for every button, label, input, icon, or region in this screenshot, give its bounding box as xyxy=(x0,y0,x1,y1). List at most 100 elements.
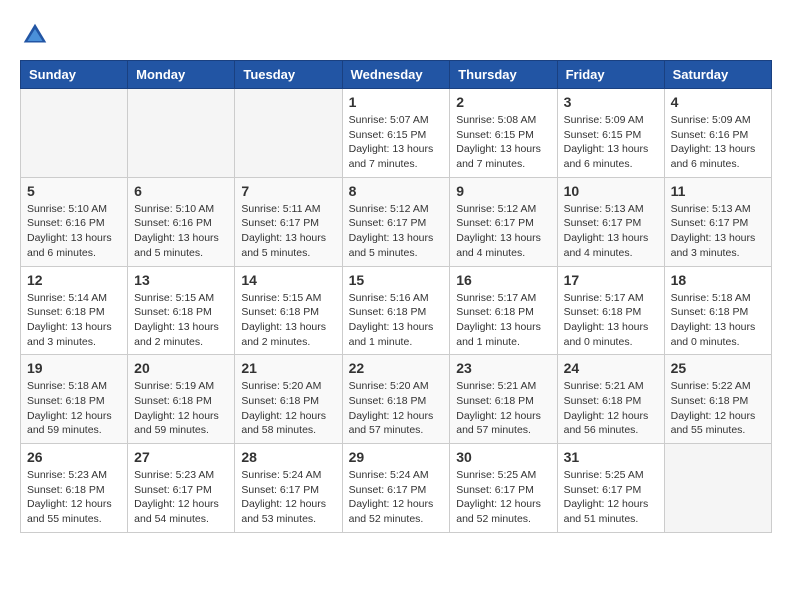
day-number: 24 xyxy=(564,360,658,376)
day-number: 19 xyxy=(27,360,121,376)
day-info: Sunrise: 5:19 AM Sunset: 6:18 PM Dayligh… xyxy=(134,379,228,438)
weekday-header-saturday: Saturday xyxy=(664,61,771,89)
calendar-cell: 28 Sunrise: 5:24 AM Sunset: 6:17 PM Dayli… xyxy=(235,444,342,533)
calendar-week-4: 19 Sunrise: 5:18 AM Sunset: 6:18 PM Dayli… xyxy=(21,355,772,444)
weekday-header-sunday: Sunday xyxy=(21,61,128,89)
weekday-header-thursday: Thursday xyxy=(450,61,557,89)
calendar-cell: 3 Sunrise: 5:09 AM Sunset: 6:15 PM Daylig… xyxy=(557,89,664,178)
day-number: 6 xyxy=(134,183,228,199)
day-info: Sunrise: 5:10 AM Sunset: 6:16 PM Dayligh… xyxy=(27,202,121,261)
day-info: Sunrise: 5:20 AM Sunset: 6:18 PM Dayligh… xyxy=(349,379,444,438)
day-info: Sunrise: 5:08 AM Sunset: 6:15 PM Dayligh… xyxy=(456,113,550,172)
day-number: 22 xyxy=(349,360,444,376)
calendar-cell: 1 Sunrise: 5:07 AM Sunset: 6:15 PM Daylig… xyxy=(342,89,450,178)
calendar-cell: 30Sunrise: 5:25 AM Sunset: 6:17 PM Dayli… xyxy=(450,444,557,533)
calendar-cell: 25Sunrise: 5:22 AM Sunset: 6:18 PM Dayli… xyxy=(664,355,771,444)
calendar-cell: 4Sunrise: 5:09 AM Sunset: 6:16 PM Daylig… xyxy=(664,89,771,178)
weekday-header-row: SundayMondayTuesdayWednesdayThursdayFrid… xyxy=(21,61,772,89)
weekday-header-tuesday: Tuesday xyxy=(235,61,342,89)
page-header xyxy=(20,20,772,50)
day-info: Sunrise: 5:21 AM Sunset: 6:18 PM Dayligh… xyxy=(564,379,658,438)
calendar-week-3: 12Sunrise: 5:14 AM Sunset: 6:18 PM Dayli… xyxy=(21,266,772,355)
day-info: Sunrise: 5:07 AM Sunset: 6:15 PM Dayligh… xyxy=(349,113,444,172)
calendar-body: 1 Sunrise: 5:07 AM Sunset: 6:15 PM Daylig… xyxy=(21,89,772,533)
day-number: 28 xyxy=(241,449,335,465)
calendar-cell xyxy=(664,444,771,533)
day-number: 7 xyxy=(241,183,335,199)
day-number: 29 xyxy=(349,449,444,465)
day-number: 16 xyxy=(456,272,550,288)
calendar-week-1: 1 Sunrise: 5:07 AM Sunset: 6:15 PM Daylig… xyxy=(21,89,772,178)
day-info: Sunrise: 5:17 AM Sunset: 6:18 PM Dayligh… xyxy=(456,291,550,350)
day-info: Sunrise: 5:11 AM Sunset: 6:17 PM Dayligh… xyxy=(241,202,335,261)
day-info: Sunrise: 5:10 AM Sunset: 6:16 PM Dayligh… xyxy=(134,202,228,261)
day-number: 2 xyxy=(456,94,550,110)
day-number: 12 xyxy=(27,272,121,288)
day-info: Sunrise: 5:12 AM Sunset: 6:17 PM Dayligh… xyxy=(349,202,444,261)
day-info: Sunrise: 5:23 AM Sunset: 6:18 PM Dayligh… xyxy=(27,468,121,527)
day-number: 27 xyxy=(134,449,228,465)
calendar-cell: 18 Sunrise: 5:18 AM Sunset: 6:18 PM Dayli… xyxy=(664,266,771,355)
calendar-cell: 21 Sunrise: 5:20 AM Sunset: 6:18 PM Dayli… xyxy=(235,355,342,444)
day-info: Sunrise: 5:12 AM Sunset: 6:17 PM Dayligh… xyxy=(456,202,550,261)
day-info: Sunrise: 5:13 AM Sunset: 6:17 PM Dayligh… xyxy=(671,202,765,261)
day-number: 9 xyxy=(456,183,550,199)
day-number: 8 xyxy=(349,183,444,199)
day-info: Sunrise: 5:24 AM Sunset: 6:17 PM Dayligh… xyxy=(241,468,335,527)
day-info: Sunrise: 5:18 AM Sunset: 6:18 PM Dayligh… xyxy=(671,291,765,350)
day-info: Sunrise: 5:25 AM Sunset: 6:17 PM Dayligh… xyxy=(564,468,658,527)
day-number: 14 xyxy=(241,272,335,288)
calendar-cell: 20Sunrise: 5:19 AM Sunset: 6:18 PM Dayli… xyxy=(128,355,235,444)
day-info: Sunrise: 5:25 AM Sunset: 6:17 PM Dayligh… xyxy=(456,468,550,527)
day-number: 3 xyxy=(564,94,658,110)
day-number: 13 xyxy=(134,272,228,288)
calendar-cell: 11 Sunrise: 5:13 AM Sunset: 6:17 PM Dayli… xyxy=(664,177,771,266)
logo-icon xyxy=(20,20,50,50)
day-number: 23 xyxy=(456,360,550,376)
day-info: Sunrise: 5:15 AM Sunset: 6:18 PM Dayligh… xyxy=(134,291,228,350)
day-number: 17 xyxy=(564,272,658,288)
weekday-header-friday: Friday xyxy=(557,61,664,89)
calendar-cell: 23 Sunrise: 5:21 AM Sunset: 6:18 PM Dayli… xyxy=(450,355,557,444)
day-info: Sunrise: 5:09 AM Sunset: 6:15 PM Dayligh… xyxy=(564,113,658,172)
calendar-cell: 29 Sunrise: 5:24 AM Sunset: 6:17 PM Dayli… xyxy=(342,444,450,533)
calendar-cell xyxy=(128,89,235,178)
calendar-cell: 19 Sunrise: 5:18 AM Sunset: 6:18 PM Dayli… xyxy=(21,355,128,444)
day-info: Sunrise: 5:15 AM Sunset: 6:18 PM Dayligh… xyxy=(241,291,335,350)
calendar-cell: 26 Sunrise: 5:23 AM Sunset: 6:18 PM Dayli… xyxy=(21,444,128,533)
calendar-cell: 5 Sunrise: 5:10 AM Sunset: 6:16 PM Daylig… xyxy=(21,177,128,266)
calendar-cell: 9 Sunrise: 5:12 AM Sunset: 6:17 PM Daylig… xyxy=(450,177,557,266)
logo xyxy=(20,20,54,50)
day-info: Sunrise: 5:23 AM Sunset: 6:17 PM Dayligh… xyxy=(134,468,228,527)
calendar-cell: 16 Sunrise: 5:17 AM Sunset: 6:18 PM Dayli… xyxy=(450,266,557,355)
day-number: 31 xyxy=(564,449,658,465)
calendar-cell xyxy=(235,89,342,178)
day-number: 21 xyxy=(241,360,335,376)
weekday-header-wednesday: Wednesday xyxy=(342,61,450,89)
day-info: Sunrise: 5:20 AM Sunset: 6:18 PM Dayligh… xyxy=(241,379,335,438)
calendar-cell: 10Sunrise: 5:13 AM Sunset: 6:17 PM Dayli… xyxy=(557,177,664,266)
day-number: 1 xyxy=(349,94,444,110)
day-info: Sunrise: 5:24 AM Sunset: 6:17 PM Dayligh… xyxy=(349,468,444,527)
day-info: Sunrise: 5:22 AM Sunset: 6:18 PM Dayligh… xyxy=(671,379,765,438)
calendar-week-5: 26 Sunrise: 5:23 AM Sunset: 6:18 PM Dayli… xyxy=(21,444,772,533)
day-info: Sunrise: 5:18 AM Sunset: 6:18 PM Dayligh… xyxy=(27,379,121,438)
calendar-cell: 13 Sunrise: 5:15 AM Sunset: 6:18 PM Dayli… xyxy=(128,266,235,355)
calendar-cell: 17Sunrise: 5:17 AM Sunset: 6:18 PM Dayli… xyxy=(557,266,664,355)
calendar-cell xyxy=(21,89,128,178)
calendar-cell: 2 Sunrise: 5:08 AM Sunset: 6:15 PM Daylig… xyxy=(450,89,557,178)
day-number: 11 xyxy=(671,183,765,199)
calendar-week-2: 5 Sunrise: 5:10 AM Sunset: 6:16 PM Daylig… xyxy=(21,177,772,266)
day-info: Sunrise: 5:13 AM Sunset: 6:17 PM Dayligh… xyxy=(564,202,658,261)
day-number: 26 xyxy=(27,449,121,465)
day-info: Sunrise: 5:21 AM Sunset: 6:18 PM Dayligh… xyxy=(456,379,550,438)
day-number: 5 xyxy=(27,183,121,199)
calendar-cell: 14 Sunrise: 5:15 AM Sunset: 6:18 PM Dayli… xyxy=(235,266,342,355)
calendar-cell: 12Sunrise: 5:14 AM Sunset: 6:18 PM Dayli… xyxy=(21,266,128,355)
calendar-cell: 6 Sunrise: 5:10 AM Sunset: 6:16 PM Daylig… xyxy=(128,177,235,266)
calendar-cell: 24 Sunrise: 5:21 AM Sunset: 6:18 PM Dayli… xyxy=(557,355,664,444)
day-number: 18 xyxy=(671,272,765,288)
calendar-table: SundayMondayTuesdayWednesdayThursdayFrid… xyxy=(20,60,772,533)
calendar-cell: 22 Sunrise: 5:20 AM Sunset: 6:18 PM Dayli… xyxy=(342,355,450,444)
calendar-cell: 8 Sunrise: 5:12 AM Sunset: 6:17 PM Daylig… xyxy=(342,177,450,266)
